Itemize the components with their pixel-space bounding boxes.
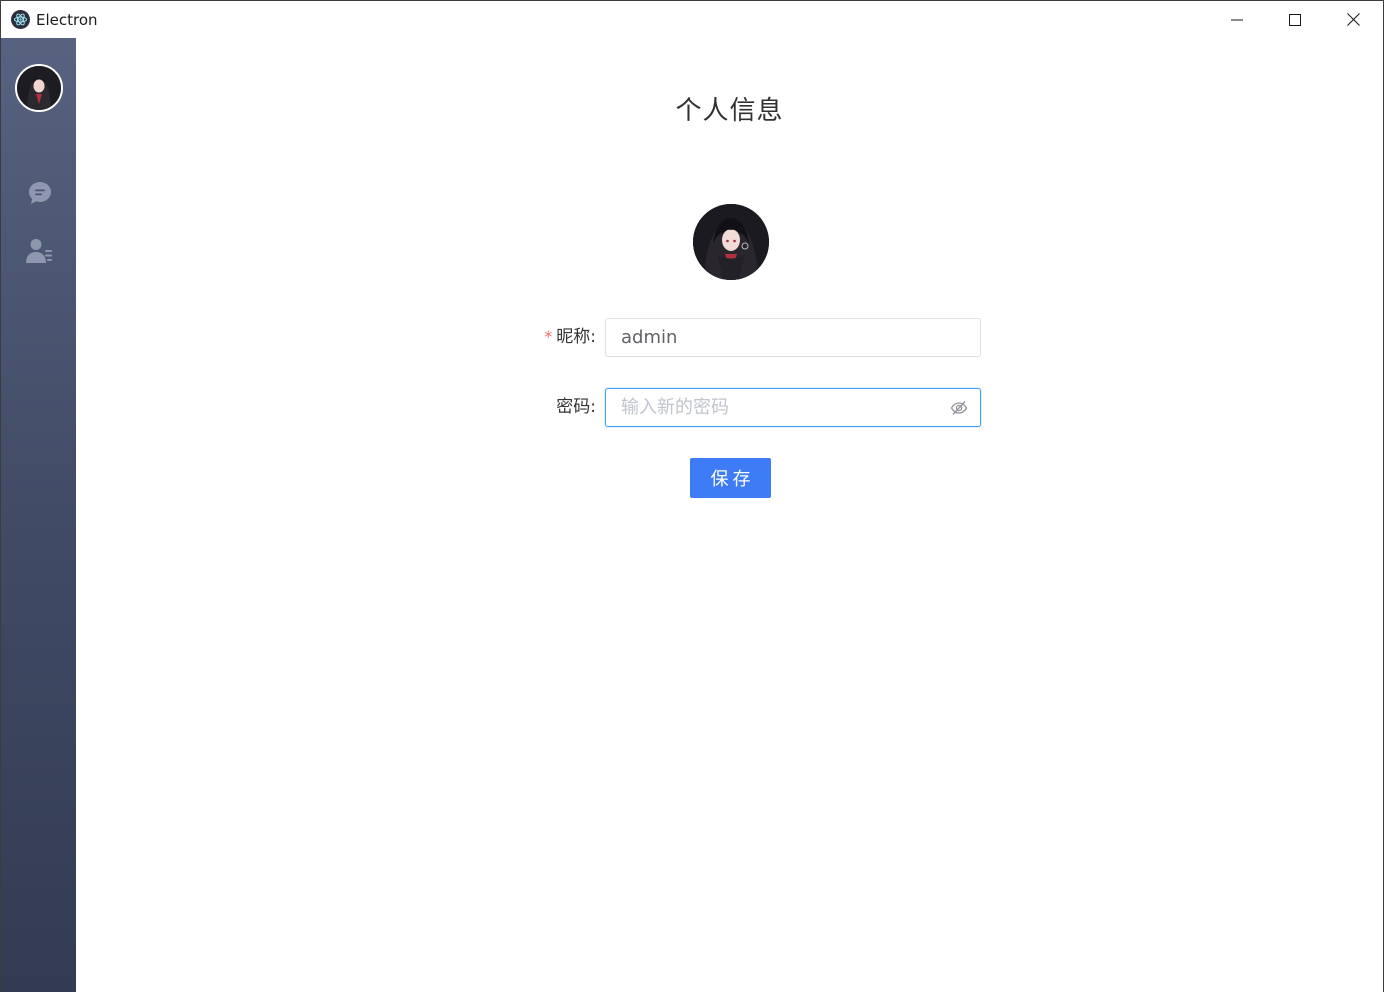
window-title: Electron bbox=[36, 11, 98, 29]
electron-icon bbox=[11, 10, 30, 29]
minimize-button[interactable] bbox=[1208, 1, 1266, 38]
nickname-label: * 昵称: bbox=[466, 325, 596, 349]
maximize-icon bbox=[1289, 13, 1301, 26]
app-window: Electron 个人信息 * 昵称: admin 密码: 保存 bbox=[0, 0, 1384, 992]
minimize-icon bbox=[1231, 19, 1243, 20]
save-button[interactable]: 保存 bbox=[690, 458, 771, 498]
password-label: 密码: bbox=[466, 395, 596, 419]
nickname-input[interactable] bbox=[621, 327, 921, 348]
close-icon bbox=[1346, 13, 1360, 26]
page-title: 个人信息 bbox=[675, 96, 784, 126]
profile-page: 个人信息 *昵称: 密码: bbox=[76, 38, 1383, 992]
sidebar bbox=[1, 38, 76, 992]
user-avatar[interactable] bbox=[15, 64, 63, 112]
nickname-label-text: 昵称: bbox=[556, 327, 596, 347]
chat-bubble-icon bbox=[29, 182, 51, 204]
required-mark: * bbox=[544, 327, 553, 346]
close-button[interactable] bbox=[1324, 1, 1382, 38]
eye-off-icon[interactable] bbox=[950, 399, 968, 417]
maximize-button[interactable] bbox=[1266, 1, 1324, 38]
password-input[interactable] bbox=[621, 397, 921, 418]
password-label-text: 密码: bbox=[556, 397, 596, 417]
profile-avatar[interactable] bbox=[693, 204, 769, 280]
nickname-field[interactable] bbox=[605, 318, 981, 357]
sidebar-item-contacts[interactable] bbox=[25, 236, 55, 266]
contacts-icon bbox=[26, 239, 52, 263]
sidebar-item-chat[interactable] bbox=[25, 178, 55, 208]
title-bar[interactable]: Electron bbox=[1, 1, 1383, 38]
password-field[interactable] bbox=[605, 388, 981, 427]
